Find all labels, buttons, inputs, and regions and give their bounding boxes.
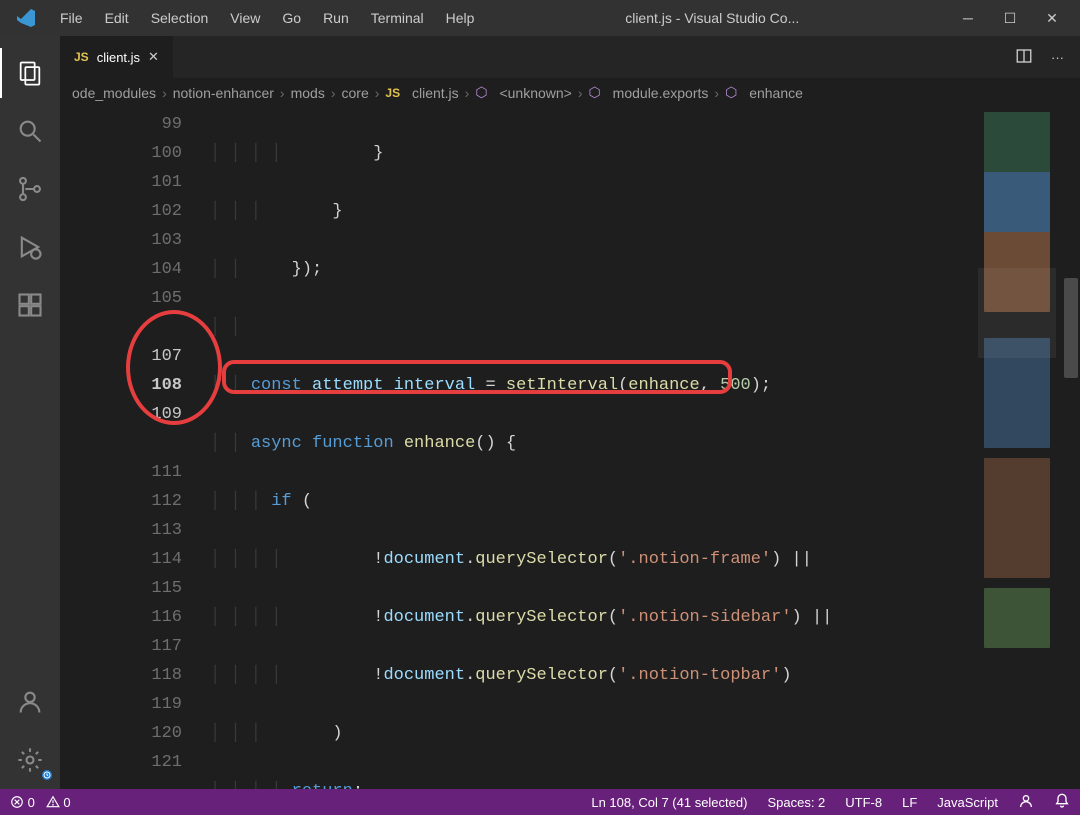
tab-label: client.js <box>97 50 140 65</box>
window-close-icon[interactable]: ✕ <box>1044 10 1060 27</box>
breadcrumb[interactable]: ode_modules› notion-enhancer› mods› core… <box>60 78 1080 108</box>
activity-search[interactable] <box>0 102 60 160</box>
status-eol[interactable]: LF <box>902 795 917 810</box>
menu-bar: File Edit Selection View Go Run Terminal… <box>50 6 484 30</box>
activity-extensions[interactable] <box>0 276 60 334</box>
split-editor-icon[interactable] <box>1015 47 1033 68</box>
menu-file[interactable]: File <box>50 6 93 30</box>
activity-explorer[interactable] <box>0 44 60 102</box>
status-problems[interactable]: 0 0 <box>10 795 71 810</box>
status-bar: 0 0 Ln 108, Col 7 (41 selected) Spaces: … <box>0 789 1080 815</box>
tab-close-icon[interactable]: ✕ <box>148 49 159 65</box>
code-editor[interactable]: 99 100 101 102 103 104 105 107 108 109 1… <box>60 108 1080 789</box>
status-feedback-icon[interactable] <box>1018 793 1034 812</box>
status-language[interactable]: JavaScript <box>937 795 998 810</box>
window-title: client.js - Visual Studio Co... <box>484 10 960 26</box>
menu-selection[interactable]: Selection <box>141 6 219 30</box>
status-encoding[interactable]: UTF-8 <box>845 795 882 810</box>
symbol-icon: ⬡ <box>475 84 487 101</box>
activity-source-control[interactable] <box>0 160 60 218</box>
more-actions-icon[interactable]: ··· <box>1051 50 1064 65</box>
menu-terminal[interactable]: Terminal <box>361 6 434 30</box>
vertical-scrollbar[interactable] <box>1062 108 1080 789</box>
menu-edit[interactable]: Edit <box>95 6 139 30</box>
minimap[interactable] <box>978 108 1056 789</box>
activity-run-debug[interactable] <box>0 218 60 276</box>
window-maximize-icon[interactable]: ☐ <box>1002 10 1018 27</box>
status-cursor[interactable]: Ln 108, Col 7 (41 selected) <box>591 795 747 810</box>
minimap-viewport[interactable] <box>978 268 1056 358</box>
breadcrumb-segment[interactable]: mods <box>291 85 325 101</box>
js-file-icon: JS <box>74 50 89 64</box>
breadcrumb-segment[interactable]: core <box>342 85 369 101</box>
menu-help[interactable]: Help <box>436 6 485 30</box>
window-minimize-icon[interactable]: ─ <box>960 10 976 27</box>
line-number-gutter: 99 100 101 102 103 104 105 107 108 109 1… <box>60 108 210 789</box>
breadcrumb-segment[interactable]: module.exports <box>613 85 709 101</box>
breadcrumb-segment[interactable]: client.js <box>412 85 459 101</box>
breadcrumb-segment[interactable]: <unknown> <box>499 85 571 101</box>
vscode-logo-icon <box>14 6 38 30</box>
activity-bar <box>0 36 60 789</box>
status-indent[interactable]: Spaces: 2 <box>767 795 825 810</box>
breadcrumb-segment[interactable]: enhance <box>749 85 803 101</box>
code-content[interactable]: │ │ │ │ } │ │ │ } │ │ }); │ │ │ │ const … <box>210 108 1080 789</box>
tab-client-js[interactable]: JS client.js ✕ <box>60 36 174 78</box>
symbol-icon: ⬡ <box>589 84 601 101</box>
status-notifications-icon[interactable] <box>1054 793 1070 812</box>
menu-view[interactable]: View <box>220 6 270 30</box>
settings-sync-badge-icon <box>40 768 54 782</box>
title-bar: File Edit Selection View Go Run Terminal… <box>0 0 1080 36</box>
menu-run[interactable]: Run <box>313 6 359 30</box>
breadcrumb-segment[interactable]: ode_modules <box>72 85 156 101</box>
breadcrumb-segment[interactable]: notion-enhancer <box>173 85 274 101</box>
menu-go[interactable]: Go <box>272 6 311 30</box>
js-file-icon: JS <box>385 86 400 100</box>
activity-accounts[interactable] <box>0 673 60 731</box>
scrollbar-thumb[interactable] <box>1064 278 1078 378</box>
editor-tabs: JS client.js ✕ ··· <box>60 36 1080 78</box>
symbol-icon: ⬡ <box>725 84 737 101</box>
